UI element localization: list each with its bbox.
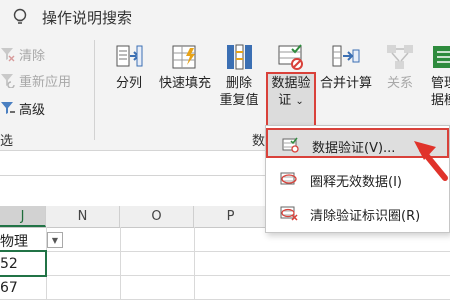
sort-filter-group-label: 选 bbox=[0, 134, 14, 149]
remove-duplicates-label-2: 重复值 bbox=[219, 93, 259, 108]
remove-duplicates-button[interactable]: 删除 重复值 bbox=[216, 42, 262, 109]
data-validation-menu: 数据验证(V)... 圈释无效数据(I) 清除验证标识圈(R) bbox=[265, 125, 450, 233]
menu-item-circle-invalid[interactable]: 圈释无效数据(I) bbox=[266, 164, 449, 194]
remove-duplicates-icon bbox=[227, 44, 252, 70]
data-validation-label-1: 数据验 bbox=[271, 76, 311, 91]
clear-circles-icon bbox=[280, 205, 298, 225]
data-validation-label-2: 证 ⌄ bbox=[278, 93, 304, 108]
reapply-button[interactable]: 重新应用 bbox=[0, 70, 71, 90]
data-tools-group-label: 数 bbox=[252, 134, 266, 149]
manage-data-model-label-2: 据模 bbox=[430, 93, 450, 108]
consolidate-button[interactable]: 合并计算 bbox=[318, 42, 374, 92]
consolidate-label: 合并计算 bbox=[319, 76, 372, 91]
clear-filter-label: 清除 bbox=[19, 48, 46, 64]
split-columns-button[interactable]: 分列 bbox=[106, 42, 152, 92]
flash-fill-label: 快速填充 bbox=[158, 76, 211, 91]
title-bar: 操作说明搜索 bbox=[0, 0, 450, 34]
advanced-filter-button[interactable]: 高级 bbox=[0, 98, 45, 118]
gridline bbox=[0, 251, 450, 252]
gridline bbox=[120, 227, 121, 300]
flash-fill-icon bbox=[172, 45, 196, 69]
menu-item-label: 清除验证标识圈(R) bbox=[310, 209, 421, 224]
relationships-button[interactable]: 关系 bbox=[380, 42, 420, 92]
ribbon-separator bbox=[94, 40, 95, 140]
data-validation-button[interactable]: 数据验 证 ⌄ bbox=[266, 42, 316, 110]
column-header-p[interactable]: P bbox=[194, 206, 268, 227]
reapply-label: 重新应用 bbox=[19, 74, 72, 90]
advanced-filter-label: 高级 bbox=[19, 102, 46, 118]
advanced-filter-icon bbox=[1, 102, 15, 114]
column-header-n[interactable]: N bbox=[46, 206, 120, 227]
cell-header-physics[interactable]: 物理 bbox=[0, 231, 28, 251]
tell-me-search[interactable]: 操作说明搜索 bbox=[42, 7, 132, 28]
column-header-j[interactable]: J bbox=[0, 206, 46, 227]
clear-filter-button[interactable]: 清除 bbox=[0, 44, 45, 64]
consolidate-icon bbox=[332, 45, 360, 67]
menu-item-label: 圈释无效数据(I) bbox=[310, 175, 402, 190]
manage-data-model-label-1: 管理 bbox=[430, 76, 450, 91]
menu-item-label: 数据验证(V)... bbox=[312, 141, 396, 156]
data-model-icon bbox=[433, 46, 450, 68]
selected-cell-outline bbox=[0, 250, 47, 277]
clear-filter-icon bbox=[1, 48, 15, 62]
menu-item-data-validation[interactable]: 数据验证(V)... bbox=[266, 128, 449, 158]
cell-value[interactable]: 67 bbox=[0, 280, 18, 296]
chevron-down-icon: ⌄ bbox=[295, 96, 304, 107]
relationships-label: 关系 bbox=[386, 76, 413, 91]
filter-dropdown-button[interactable]: ▼ bbox=[47, 232, 63, 248]
manage-data-model-button[interactable]: 管理 据模 bbox=[424, 42, 450, 109]
menu-item-clear-circles[interactable]: 清除验证标识圈(R) bbox=[266, 198, 449, 228]
lightbulb-icon[interactable] bbox=[12, 8, 28, 30]
relationships-icon bbox=[387, 45, 413, 69]
reapply-icon bbox=[1, 74, 15, 88]
column-header-o[interactable]: O bbox=[120, 206, 194, 227]
circle-invalid-icon bbox=[280, 171, 298, 191]
flash-fill-button[interactable]: 快速填充 bbox=[154, 42, 216, 92]
data-validation-icon bbox=[278, 44, 303, 70]
gridline bbox=[194, 227, 195, 300]
remove-duplicates-label-1: 删除 bbox=[225, 76, 252, 91]
gridline bbox=[0, 275, 450, 276]
text-to-columns-icon bbox=[116, 45, 143, 67]
split-columns-label: 分列 bbox=[115, 76, 142, 91]
validation-icon bbox=[282, 137, 300, 157]
